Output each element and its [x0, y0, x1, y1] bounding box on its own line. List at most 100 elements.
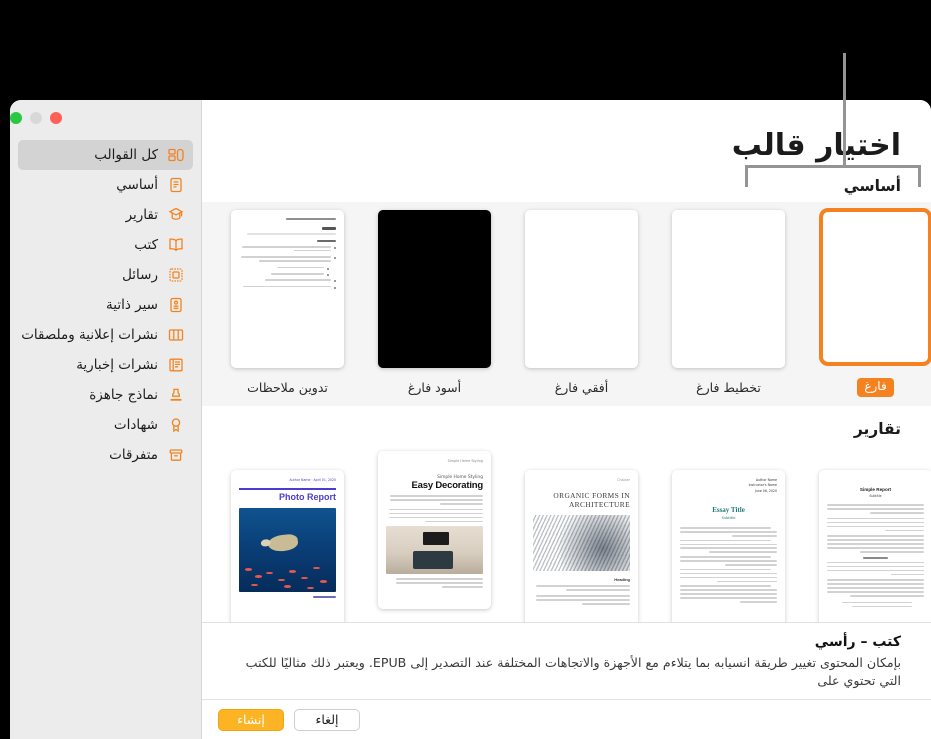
template-thumbnail [672, 210, 785, 369]
template-thumbnail: Simple Home Styling Simple Home Styling … [378, 450, 491, 609]
template-thumbnail-selected [819, 208, 931, 366]
template-card-blank-selected[interactable]: فارغ [802, 205, 931, 397]
thumb-title: Easy Decorating [411, 479, 484, 491]
thumbnail-wrap [525, 207, 638, 371]
sidebar-item-label: كل القوالب [94, 147, 158, 163]
template-card-blank-black[interactable]: أسود فارغ [361, 207, 508, 397]
template-thumbnail [231, 210, 344, 369]
thumbnail-wrap [378, 207, 491, 371]
template-card-contemporary-report[interactable]: Simple Home Styling Simple Home Styling … [361, 448, 508, 622]
sidebar-item-label: أساسي [116, 177, 158, 193]
sidebar-item-certificates[interactable]: شهادات [18, 410, 193, 440]
flyers-posters-icon [167, 326, 185, 344]
sidebar-category-list: كل القوالب أساسي تقارير كتب رسائل سير ذا [10, 136, 201, 470]
close-window-button[interactable] [50, 112, 62, 124]
template-browser: اختيار قالب أساسي تدوين ملاحظات أسود فار… [202, 100, 931, 739]
template-card-simple-report[interactable]: Simple Report Subtitle [802, 467, 931, 622]
sidebar-item-resumes[interactable]: سير ذاتية [18, 290, 193, 320]
thumb-meta-author: Author Name [755, 477, 777, 482]
reports-icon [167, 206, 185, 224]
thumbnail-wrap [819, 205, 931, 369]
sidebar-item-stationery[interactable]: نماذج جاهزة [18, 380, 193, 410]
resume-icon [167, 296, 185, 314]
newsletters-icon [167, 356, 185, 374]
sidebar-item-flyers-posters[interactable]: نشرات إعلانية وملصقات [18, 320, 193, 350]
template-chooser-window: كل القوالب أساسي تقارير كتب رسائل سير ذا [10, 100, 931, 739]
thumbnail-wrap: Author Name Instructor's Name June 06, 2… [672, 467, 785, 622]
thumbnail-wrap: Simple Home Styling Simple Home Styling … [378, 448, 491, 612]
basic-document-icon [167, 176, 185, 194]
sidebar-item-miscellaneous[interactable]: متفرقات [18, 440, 193, 470]
thumb-title: Essay Title [712, 505, 745, 514]
thumb-heading: Heading [614, 577, 630, 583]
template-thumbnail: Author Name · April 01, 2020 Photo Repor… [231, 469, 344, 622]
template-card-photo-report[interactable]: Author Name · April 01, 2020 Photo Repor… [214, 467, 361, 622]
sidebar-item-label: سير ذاتية [106, 297, 158, 313]
section-heading-reports: تقارير [853, 419, 901, 438]
sidebar-item-letters[interactable]: رسائل [18, 260, 193, 290]
sidebar-item-label: نماذج جاهزة [89, 387, 158, 403]
template-description-panel: كتب – رأسي بإمكان المحتوى تغيير طريقة ان… [202, 621, 931, 700]
template-row-basic: تدوين ملاحظات أسود فارغ أفقي فارغ تخطيط … [202, 202, 931, 406]
sidebar-item-label: نشرات إعلانية وملصقات [21, 327, 158, 343]
thumbnail-wrap [231, 207, 344, 371]
template-thumbnail [525, 210, 638, 369]
thumbnail-wrap [672, 207, 785, 371]
thumb-title: Simple Report [859, 486, 892, 492]
callout-leader-line [843, 53, 846, 167]
template-label: أفقي فارغ [554, 380, 609, 396]
dialog-footer: إنشاء إلغاء [202, 699, 931, 739]
sidebar-item-basic[interactable]: أساسي [18, 170, 193, 200]
callout-bracket [745, 165, 921, 187]
template-thumbnail: Simple Report Subtitle [819, 469, 931, 622]
zoom-window-button[interactable] [10, 112, 22, 124]
thumb-title: Photo Report [279, 491, 336, 502]
sidebar-item-label: شهادات [113, 417, 158, 433]
sidebar-item-all-templates[interactable]: كل القوالب [18, 140, 193, 170]
sidebar-item-label: رسائل [122, 267, 158, 283]
sidebar-item-books[interactable]: كتب [18, 230, 193, 260]
description-heading: كتب – رأسي [814, 633, 901, 650]
thumbnail-wrap: Chapter ORGANIC FORMS IN ARCHITECTURE He… [525, 467, 638, 622]
page-title: اختيار قالب [731, 128, 902, 163]
certificates-icon [167, 416, 185, 434]
sidebar-item-label: متفرقات [109, 447, 158, 463]
template-label: أسود فارغ [407, 380, 462, 396]
template-label: تدوين ملاحظات [247, 380, 328, 396]
sidebar: كل القوالب أساسي تقارير كتب رسائل سير ذا [10, 100, 202, 739]
miscellaneous-icon [167, 446, 185, 464]
thumb-meta-date: June 06, 2020 [754, 488, 777, 493]
template-card-essay[interactable]: Author Name Instructor's Name June 06, 2… [655, 467, 802, 622]
thumb-subtitle: Subtitle [721, 515, 736, 520]
stationery-icon [167, 386, 185, 404]
template-card-blank-layout[interactable]: تخطيط فارغ [655, 207, 802, 397]
create-button[interactable]: إنشاء [218, 708, 284, 731]
template-thumbnail [378, 210, 491, 369]
template-thumbnail: Author Name Instructor's Name June 06, 2… [672, 469, 785, 622]
template-row-reports: Author Name · April 01, 2020 Photo Repor… [202, 445, 931, 622]
sidebar-item-label: كتب [134, 237, 158, 253]
thumb-subtitle: Subtitle [869, 494, 882, 499]
template-card-blank-landscape[interactable]: أفقي فارغ [508, 207, 655, 397]
template-label: Contemporary Report [365, 621, 505, 622]
thumb-title: ORGANIC FORMS IN ARCHITECTURE [553, 490, 630, 510]
thumb-meta-instructor: Instructor's Name [748, 483, 777, 488]
template-card-notes[interactable]: تدوين ملاحظات [214, 207, 361, 397]
books-icon [167, 236, 185, 254]
template-thumbnail: Chapter ORGANIC FORMS IN ARCHITECTURE He… [525, 469, 638, 622]
thumbnail-wrap: Simple Report Subtitle [819, 467, 931, 622]
thumb-meta: Author Name · April 01, 2020 [289, 477, 336, 482]
template-label: تخطيط فارغ [696, 380, 761, 396]
sidebar-item-label: تقارير [125, 207, 158, 223]
sidebar-item-label: نشرات إخبارية [76, 357, 158, 373]
all-templates-icon [167, 146, 185, 164]
minimize-window-button[interactable] [30, 112, 42, 124]
sidebar-item-newsletters[interactable]: نشرات إخبارية [18, 350, 193, 380]
thumb-kicker: Chapter [617, 477, 630, 482]
thumb-kicker: Simple Home Styling [447, 458, 483, 463]
letters-icon [167, 266, 185, 284]
template-card-simple-report-organic[interactable]: Chapter ORGANIC FORMS IN ARCHITECTURE He… [508, 467, 655, 622]
sidebar-item-reports[interactable]: تقارير [18, 200, 193, 230]
cancel-button[interactable]: إلغاء [294, 708, 360, 731]
template-label-selected: فارغ [857, 378, 894, 397]
